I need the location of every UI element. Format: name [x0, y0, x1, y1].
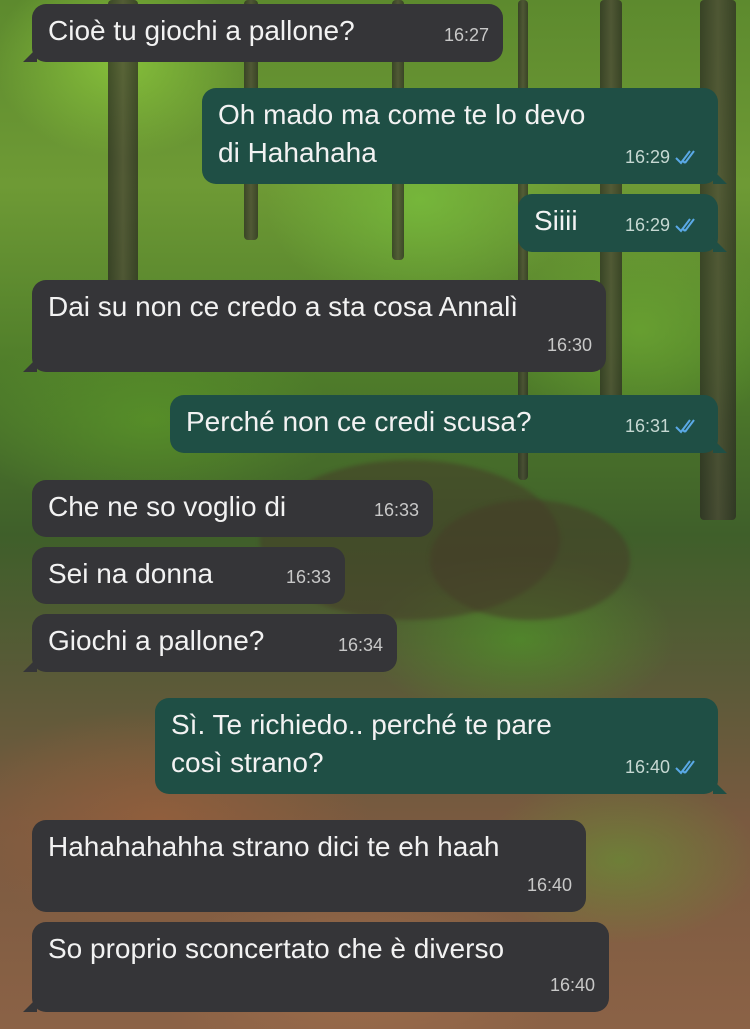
- time-label: 16:40: [624, 757, 670, 777]
- message-text: Hahahahahha strano dici te eh haah: [48, 831, 500, 862]
- message-timestamp: 16:29: [625, 206, 704, 244]
- message-timestamp: 16:27: [444, 16, 489, 54]
- time-label: 16:27: [443, 25, 489, 45]
- message-timestamp: 16:30: [547, 326, 592, 364]
- time-label: 16:29: [624, 215, 670, 235]
- message-bubble-incoming[interactable]: Hahahahahha strano dici te eh haah 16:40: [32, 820, 586, 912]
- message-bubble-incoming[interactable]: So proprio sconcertato che è diverso 16:…: [23, 922, 609, 1012]
- message-timestamp: 16:29: [625, 138, 704, 176]
- message-bubble-outgoing[interactable]: Siiii 16:29: [518, 194, 727, 252]
- time-label: 16:31: [624, 416, 670, 436]
- time-label: 16:34: [337, 635, 383, 655]
- message-text: Cioè tu giochi a pallone?: [48, 15, 355, 46]
- message-bubble-incoming[interactable]: Cioè tu giochi a pallone? 16:27: [23, 4, 503, 62]
- message-timestamp: 16:33: [374, 491, 419, 529]
- double-check-icon: [675, 419, 695, 434]
- message-text: Giochi a pallone?: [48, 625, 265, 656]
- double-check-icon: [675, 150, 695, 165]
- message-bubble-incoming[interactable]: Che ne so voglio di 16:33: [32, 480, 433, 537]
- message-text: Sì. Te richiedo.. perché te pare così st…: [171, 709, 552, 778]
- message-timestamp: 16:33: [286, 558, 331, 596]
- message-bubble-outgoing[interactable]: Oh mado ma come te lo devo di Hahahaha 1…: [202, 88, 727, 184]
- message-bubble-outgoing[interactable]: Perché non ce credi scusa? 16:31: [170, 395, 727, 453]
- time-label: 16:33: [373, 500, 419, 520]
- message-timestamp: 16:40: [527, 866, 572, 904]
- message-text: So proprio sconcertato che è diverso: [48, 933, 505, 964]
- message-timestamp: 16:40: [550, 966, 595, 1004]
- time-label: 16:30: [546, 335, 592, 355]
- message-bubble-outgoing[interactable]: Sì. Te richiedo.. perché te pare così st…: [155, 698, 727, 794]
- message-timestamp: 16:31: [625, 407, 704, 445]
- message-bubble-incoming[interactable]: Giochi a pallone? 16:34: [23, 614, 397, 672]
- double-check-icon: [675, 218, 695, 233]
- message-text: Che ne so voglio di: [48, 491, 287, 522]
- message-bubble-incoming[interactable]: Sei na donna 16:33: [32, 547, 345, 604]
- message-timestamp: 16:40: [625, 748, 704, 786]
- time-label: 16:33: [285, 567, 331, 587]
- message-timestamp: 16:34: [338, 626, 383, 664]
- message-bubble-incoming[interactable]: Dai su non ce credo a sta cosa Annalì 16…: [23, 280, 606, 372]
- time-label: 16:40: [549, 975, 595, 995]
- time-label: 16:29: [624, 147, 670, 167]
- double-check-icon: [675, 760, 695, 775]
- message-text: Dai su non ce credo a sta cosa Annalì: [48, 291, 519, 322]
- time-label: 16:40: [526, 875, 572, 895]
